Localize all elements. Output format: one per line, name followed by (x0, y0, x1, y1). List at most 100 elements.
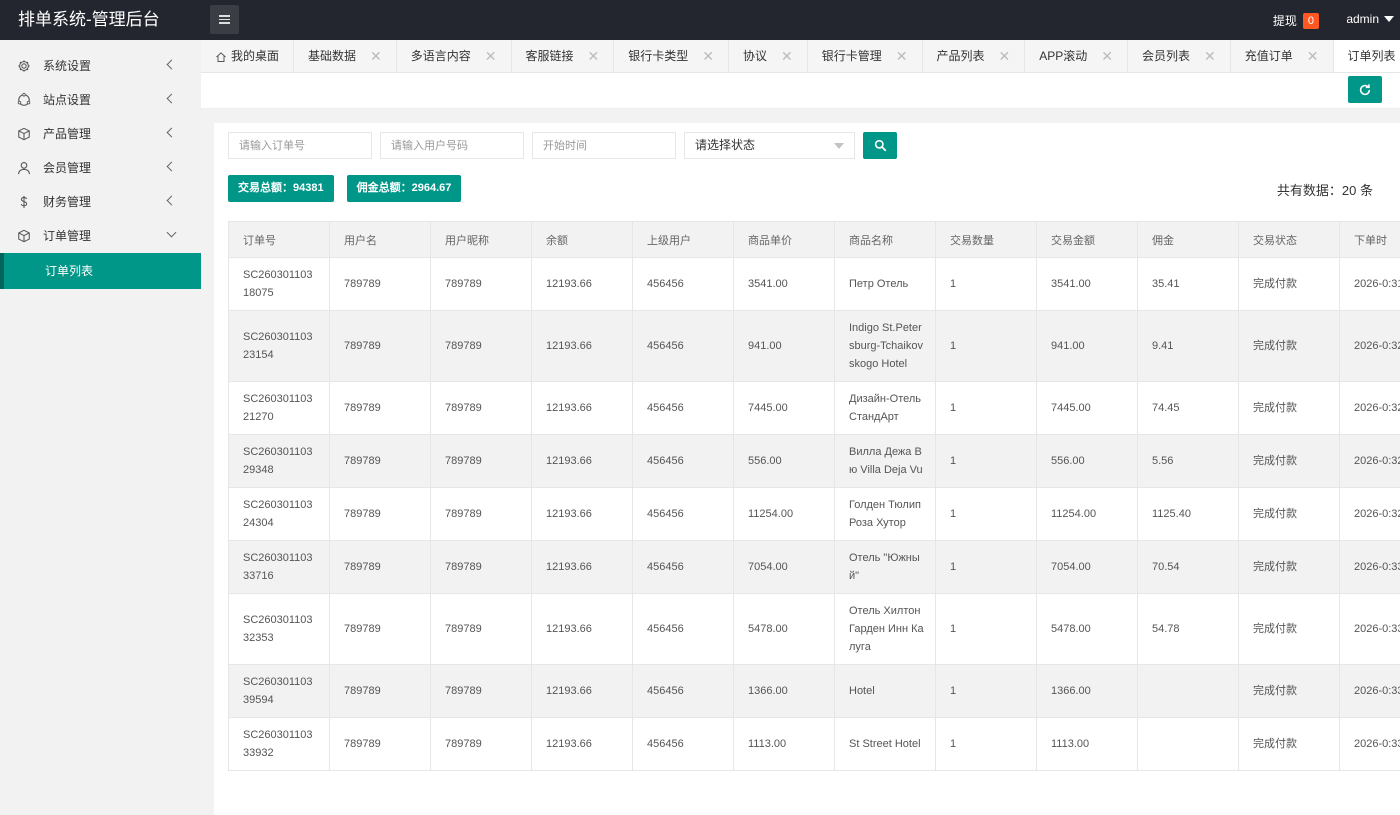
balance-cell: 12193.66 (531, 540, 633, 594)
tab-bank-card-management[interactable]: 银行卡管理 ✕ (808, 40, 923, 72)
tab-agreement[interactable]: 协议 ✕ (729, 40, 808, 72)
table-row[interactable]: SC26030110321270 789789 789789 12193.66 4564… (228, 381, 1400, 435)
table-row[interactable]: SC26030110333716 789789 789789 12193.66 4564… (228, 540, 1400, 594)
order-table-container[interactable]: 订单号 用户名 用户昵称 余额 上级用户 商品单价 商品名称 交易数量 交易金额… (228, 221, 1400, 815)
table-row[interactable]: SC26030110339594 789789 789789 12193.66 4564… (228, 664, 1400, 718)
tab-member-list[interactable]: 会员列表 ✕ (1128, 40, 1231, 72)
close-icon[interactable]: ✕ (1204, 40, 1216, 72)
chevron-left-icon (166, 195, 177, 206)
tab-label: 产品列表 (936, 49, 985, 63)
close-icon[interactable]: ✕ (702, 40, 714, 72)
sidebar-item-member-management[interactable]: 会员管理 (0, 151, 201, 185)
user-menu[interactable]: admin (1346, 12, 1394, 26)
sidebar-item-order-management[interactable]: 订单管理 (0, 219, 201, 253)
close-icon[interactable]: ✕ (781, 40, 793, 72)
tab-label: 会员列表 (1142, 49, 1191, 63)
balance-cell: 12193.66 (531, 717, 633, 771)
table-row[interactable]: SC26030110323154 789789 789789 12193.66 4564… (228, 310, 1400, 382)
close-icon[interactable]: ✕ (485, 40, 497, 72)
tab-label: 银行卡类型 (628, 49, 689, 63)
sidebar-item-label: 站点设置 (43, 93, 92, 107)
product-name-cell: Hotel (834, 664, 936, 718)
order-time-cell: 2026-0:32:5 (1339, 487, 1400, 541)
sidebar-subitem-order-list[interactable]: 订单列表 (0, 253, 201, 289)
username-cell: 789789 (329, 717, 431, 771)
menu-toggle-button[interactable] (210, 5, 239, 34)
quantity-cell: 1 (935, 381, 1037, 435)
status-cell: 完成付款 (1238, 381, 1340, 435)
tab-multilang[interactable]: 多语言内容 ✕ (397, 40, 512, 72)
total-records: 共有数据：20 条 (1276, 183, 1373, 198)
close-icon[interactable]: ✕ (999, 40, 1011, 72)
chevron-left-icon (166, 93, 177, 104)
refresh-button[interactable] (1348, 76, 1382, 103)
sidebar-item-product-management[interactable]: 产品管理 (0, 117, 201, 151)
sidebar-item-system-settings[interactable]: 系统设置 (0, 49, 201, 83)
tab-bank-card-type[interactable]: 银行卡类型 ✕ (614, 40, 730, 72)
tab-app-scroll[interactable]: APP滚动 ✕ (1025, 40, 1129, 72)
table-row[interactable]: SC26030110324304 789789 789789 12193.66 4564… (228, 487, 1400, 541)
status-cell: 完成付款 (1238, 664, 1340, 718)
sidebar-item-site-settings[interactable]: 站点设置 (0, 83, 201, 117)
table-row[interactable]: SC26030110318075 789789 789789 12193.66 4564… (228, 257, 1400, 311)
refresh-icon (1359, 83, 1371, 95)
close-icon[interactable]: ✕ (588, 40, 600, 72)
status-select[interactable]: 请选择状态 (684, 132, 855, 159)
tab-label: 订单列表 (1347, 49, 1396, 63)
toolbar (201, 73, 1400, 109)
table-row[interactable]: SC26030110332353 789789 789789 12193.66 4564… (228, 593, 1400, 665)
order-time-cell: 2026-0:33:3 (1339, 717, 1400, 771)
balance-cell: 12193.66 (531, 487, 633, 541)
close-icon[interactable]: ✕ (896, 40, 908, 72)
user-name: admin (1346, 12, 1379, 26)
close-icon[interactable]: ✕ (1307, 40, 1319, 72)
tab-basic-data[interactable]: 基础数据 ✕ (294, 40, 397, 72)
order-time-cell: 2026-0:32:2 (1339, 310, 1400, 382)
sidebar-item-finance-management[interactable]: 财务管理 (0, 185, 201, 219)
close-icon[interactable]: ✕ (370, 40, 382, 72)
start-time-input[interactable] (532, 132, 676, 159)
unit-price-cell: 1113.00 (733, 717, 835, 771)
amount-cell: 11254.00 (1036, 487, 1138, 541)
nickname-cell: 789789 (430, 717, 532, 771)
sidebar-item-label: 产品管理 (43, 127, 92, 141)
order-time-cell: 2026-0:31:2 (1339, 257, 1400, 311)
balance-cell: 12193.66 (531, 664, 633, 718)
status-cell: 完成付款 (1238, 434, 1340, 488)
order-time-cell: 2026-0:32:2 (1339, 381, 1400, 435)
column-header: 交易状态 (1238, 221, 1340, 258)
table-header-row: 订单号 用户名 用户昵称 余额 上级用户 商品单价 商品名称 交易数量 交易金额… (228, 221, 1400, 258)
product-name-cell: Indigo St.Petersburg-Tchaikovskogo Hotel (834, 310, 936, 382)
withdraw-link[interactable]: 提现 0 (1273, 12, 1319, 29)
search-button[interactable] (863, 132, 897, 159)
tab-recharge-orders[interactable]: 充值订单 ✕ (1231, 40, 1334, 72)
user-icon (18, 162, 30, 175)
user-phone-input[interactable] (380, 132, 524, 159)
parent-user-cell: 456456 (632, 717, 734, 771)
commission-cell: 54.78 (1137, 593, 1239, 665)
order-number-cell: SC26030110323154 (228, 310, 330, 382)
commission-cell (1137, 717, 1239, 771)
tab-bar: 我的桌面 基础数据 ✕ 多语言内容 ✕ 客服链接 ✕ 银行卡类型 ✕ 协议 ✕ 银行卡管理… (201, 40, 1400, 73)
order-number-input[interactable] (228, 132, 372, 159)
tab-label: 充值订单 (1244, 49, 1293, 63)
table-row[interactable]: SC26030110329348 789789 789789 12193.66 4564… (228, 434, 1400, 488)
close-icon[interactable]: ✕ (1101, 40, 1113, 72)
commission-cell: 9.41 (1137, 310, 1239, 382)
column-header: 余额 (531, 221, 633, 258)
app-title: 排单系统-管理后台 (18, 10, 160, 29)
balance-cell: 12193.66 (531, 310, 633, 382)
tab-service-link[interactable]: 客服链接 ✕ (512, 40, 615, 72)
tab-label: 多语言内容 (410, 49, 471, 63)
caret-down-icon (834, 143, 844, 149)
parent-user-cell: 456456 (632, 434, 734, 488)
column-header: 用户名 (329, 221, 431, 258)
column-header: 用户昵称 (430, 221, 532, 258)
tab-order-list[interactable]: 订单列表✕ (1333, 40, 1400, 72)
table-row[interactable]: SC26030110333932 789789 789789 12193.66 4564… (228, 717, 1400, 771)
tab-desktop[interactable]: 我的桌面 (201, 40, 295, 72)
username-cell: 789789 (329, 434, 431, 488)
status-cell: 完成付款 (1238, 540, 1340, 594)
order-number-cell: SC26030110321270 (228, 381, 330, 435)
tab-product-list[interactable]: 产品列表 ✕ (923, 40, 1026, 72)
